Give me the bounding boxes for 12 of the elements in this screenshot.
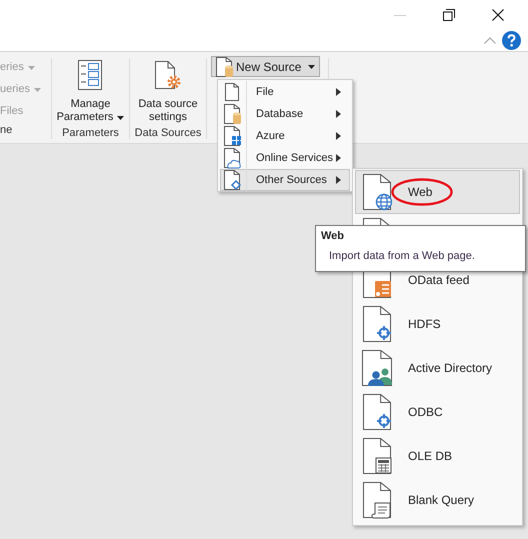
tooltip-text: Import data from a Web page. (328, 250, 476, 262)
menu-item-label: Web (407, 185, 432, 199)
menu-item-label: OData feed (407, 273, 470, 287)
tooltip-title: Web (321, 230, 346, 242)
group-label: ne (0, 123, 14, 138)
menu-item-label: Active Directory (407, 361, 492, 375)
menu-item-label: Blank Query (407, 493, 474, 507)
menu-item-label: OLE DB (407, 449, 452, 463)
group-label: Parameters (61, 126, 120, 141)
menu-item-label: HDFS (407, 317, 441, 331)
group-label: Data Sources (134, 126, 202, 141)
menu-item-label: ODBC (407, 405, 443, 419)
